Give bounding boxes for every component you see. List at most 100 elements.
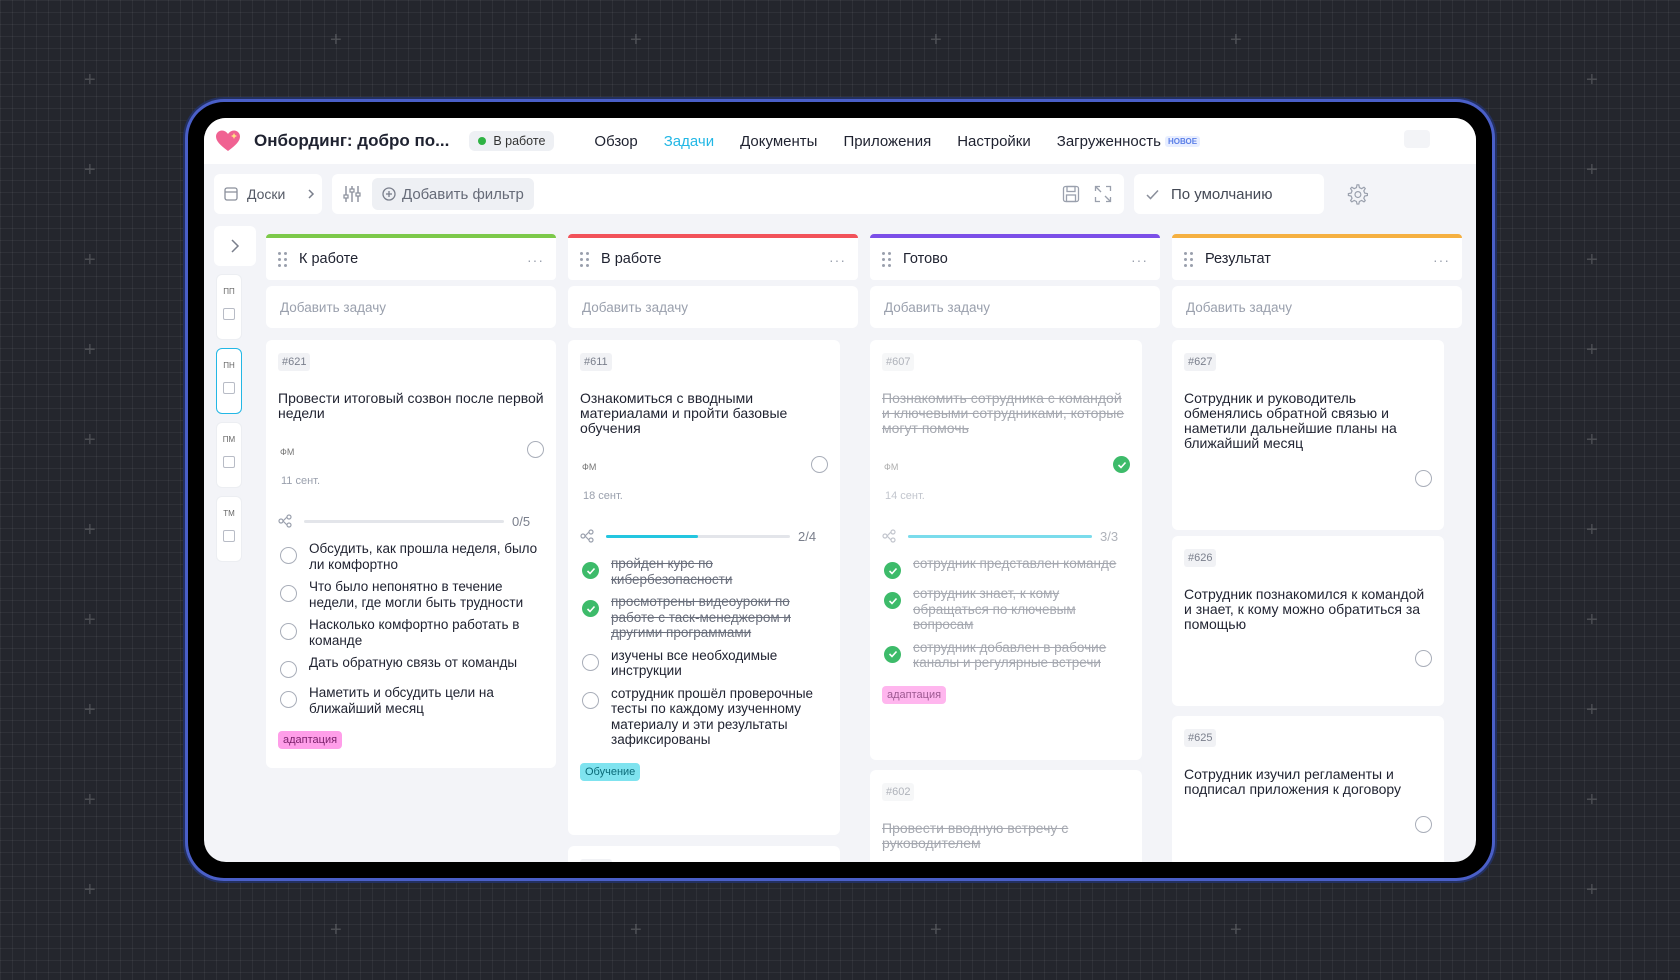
task-complete-checkbox[interactable] xyxy=(1415,470,1432,487)
rail-group-pm[interactable]: ПМ xyxy=(216,422,242,488)
subtask-item[interactable]: сотрудник добавлен в рабочие каналы и ре… xyxy=(882,640,1130,671)
save-icon[interactable] xyxy=(1062,185,1080,203)
task-done-check-icon[interactable] xyxy=(1113,456,1130,473)
boards-button[interactable]: Доски xyxy=(214,174,322,214)
column-result: Результат ··· Добавить задачу xyxy=(1172,234,1462,328)
subtask-item[interactable]: пройден курс по кибербезопасности xyxy=(580,556,828,587)
drag-handle-icon[interactable] xyxy=(1184,251,1193,267)
task-complete-checkbox[interactable] xyxy=(811,456,828,473)
assignee-avatar[interactable]: ФМ xyxy=(582,462,596,472)
add-task-button[interactable]: Добавить задачу xyxy=(1172,286,1462,328)
subtask-checkbox[interactable] xyxy=(280,661,297,678)
progress-bar xyxy=(606,534,790,538)
task-card[interactable]: #625 Сотрудник изучил регламенты и подпи… xyxy=(1172,716,1444,862)
subtask-done-check-icon[interactable] xyxy=(884,562,901,579)
task-card[interactable]: #602 Провести вводную встречу с руководи… xyxy=(870,770,1142,862)
task-tag[interactable]: адаптация xyxy=(882,685,947,704)
project-status-badge[interactable]: В работе xyxy=(469,131,555,151)
subtask-done-check-icon[interactable] xyxy=(582,600,599,617)
tab-documents[interactable]: Документы xyxy=(740,133,817,150)
assignee-avatar[interactable]: ФМ xyxy=(884,462,898,472)
subtask-done-check-icon[interactable] xyxy=(884,592,901,609)
add-task-button[interactable]: Добавить задачу xyxy=(266,286,556,328)
column-header[interactable]: К работе ··· xyxy=(266,234,556,280)
background-plus-decoration: + xyxy=(930,29,942,51)
gear-icon[interactable] xyxy=(1346,183,1368,205)
task-complete-checkbox[interactable] xyxy=(1415,816,1432,833)
add-task-button[interactable]: Добавить задачу xyxy=(568,286,858,328)
assignee-row: ФМ xyxy=(882,456,1130,478)
subtask-item[interactable]: сотрудник знает, к кому обращаться по кл… xyxy=(882,586,1130,633)
background-plus-decoration: + xyxy=(1586,879,1598,901)
more-options-icon[interactable]: ··· xyxy=(1131,252,1148,268)
task-title: Провести вводную встречу с руководителем xyxy=(882,820,1069,851)
due-date[interactable]: 18 сент. xyxy=(580,490,828,502)
background-plus-decoration: + xyxy=(330,29,342,51)
drag-handle-icon[interactable] xyxy=(278,251,287,267)
task-card[interactable]: #616 xyxy=(568,846,840,862)
tab-tasks[interactable]: Задачи xyxy=(664,133,714,150)
task-card[interactable]: #627 Сотрудник и руководитель обменялись… xyxy=(1172,340,1444,530)
fullscreen-icon[interactable] xyxy=(1094,185,1112,203)
task-card[interactable]: #607 Познакомить сотрудника с командой и… xyxy=(870,340,1142,760)
subtask-item[interactable]: изучены все необходимые инструкции xyxy=(580,648,828,679)
background-plus-decoration: + xyxy=(1586,519,1598,541)
column-header[interactable]: В работе ··· xyxy=(568,234,858,280)
task-tag[interactable]: адаптация xyxy=(278,731,343,749)
task-card[interactable]: #626 Сотрудник познакомился к командой и… xyxy=(1172,536,1444,706)
add-task-button[interactable]: Добавить задачу xyxy=(870,286,1160,328)
subtask-item[interactable]: Наметить и обсудить цели на ближайший ме… xyxy=(278,685,544,716)
subtask-checkbox[interactable] xyxy=(582,653,599,671)
task-tag[interactable]: Обучение xyxy=(580,762,641,781)
progress-count: 3/3 xyxy=(1100,528,1119,544)
rail-group-pp[interactable]: ПП xyxy=(216,274,242,340)
add-filter-button[interactable]: Добавить фильтр xyxy=(372,178,534,210)
more-options-icon[interactable]: ··· xyxy=(1433,252,1450,268)
sliders-icon[interactable] xyxy=(342,185,362,203)
drag-handle-icon[interactable] xyxy=(882,251,891,267)
project-title[interactable]: Онбординг: добро по... xyxy=(254,131,449,151)
tab-overview[interactable]: Обзор xyxy=(594,133,637,150)
due-date[interactable]: 11 сент. xyxy=(278,475,544,487)
tab-workload[interactable]: Загруженность НОВОЕ xyxy=(1057,133,1201,150)
column-done: Готово ··· Добавить задачу xyxy=(870,234,1160,328)
subtask-item[interactable]: просмотрены видеоуроки по работе с таск-… xyxy=(580,594,828,641)
expand-rail-button[interactable] xyxy=(214,226,256,266)
subtask-checkbox[interactable] xyxy=(280,623,297,640)
task-title: Сотрудник изучил регламенты и подписал п… xyxy=(1184,766,1402,797)
tab-apps[interactable]: Приложения xyxy=(843,133,931,150)
drag-handle-icon[interactable] xyxy=(580,251,589,267)
default-view-button[interactable]: По умолчанию xyxy=(1134,174,1324,214)
column-header[interactable]: Готово ··· xyxy=(870,234,1160,280)
task-id: #625 xyxy=(1184,729,1217,747)
add-filter-label: Добавить фильтр xyxy=(402,185,524,203)
rail-group-tm[interactable]: ТМ xyxy=(216,496,242,562)
subtask-item[interactable]: Что было непонятно в течение недели, где… xyxy=(278,579,544,610)
subtask-checkbox[interactable] xyxy=(280,585,297,602)
due-date[interactable]: 14 сент. xyxy=(882,490,1130,502)
subtask-item[interactable]: сотрудник прошёл проверочные тесты по ка… xyxy=(580,686,828,748)
subtask-done-check-icon[interactable] xyxy=(884,645,901,663)
subtask-item[interactable]: Дать обратную связь от команды xyxy=(278,655,544,678)
task-card[interactable]: #611 Ознакомиться с вводными материалами… xyxy=(568,340,840,835)
subtask-item[interactable]: Насколько комфортно работать в команде xyxy=(278,617,544,648)
subtask-done-check-icon[interactable] xyxy=(582,562,599,579)
more-options-icon[interactable]: ··· xyxy=(527,252,544,268)
rail-group-pn[interactable]: ПН xyxy=(216,348,242,414)
task-card[interactable]: #621 Провести итоговый созвон после перв… xyxy=(266,340,556,768)
task-complete-checkbox[interactable] xyxy=(1415,650,1432,667)
task-complete-checkbox[interactable] xyxy=(527,441,544,458)
background-plus-decoration: + xyxy=(1586,69,1598,91)
subtask-checkbox[interactable] xyxy=(280,691,297,708)
assignee-avatar[interactable]: ФМ xyxy=(280,447,294,457)
subtask-checkbox[interactable] xyxy=(280,547,297,564)
subtask-text: пройден курс по кибербезопасности xyxy=(611,556,733,587)
subtask-checkbox[interactable] xyxy=(582,691,599,709)
subtask-text: сотрудник знает, к кому обращаться по кл… xyxy=(913,586,1076,632)
subtask-item[interactable]: Обсудить, как прошла неделя, было ли ком… xyxy=(278,541,544,572)
column-header[interactable]: Результат ··· xyxy=(1172,234,1462,280)
tab-settings[interactable]: Настройки xyxy=(957,133,1031,150)
subtask-item[interactable]: сотрудник представлен команде xyxy=(882,556,1130,579)
toolbar: Доски Добавить фильтр По умолчанию xyxy=(214,174,1466,214)
more-options-icon[interactable]: ··· xyxy=(829,252,846,268)
